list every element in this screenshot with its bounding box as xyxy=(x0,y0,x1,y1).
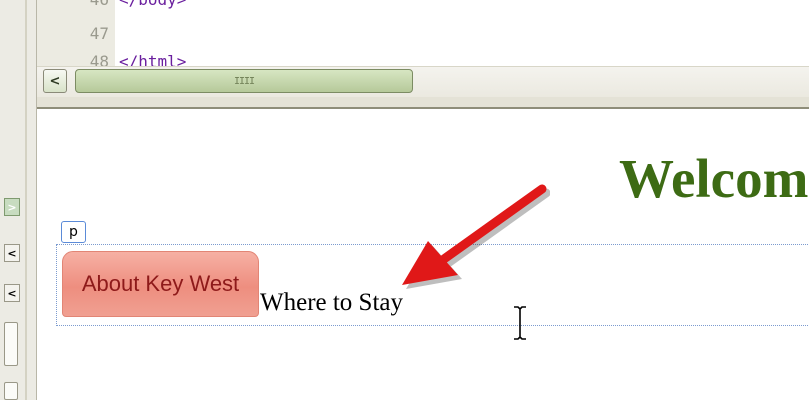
text-cursor-icon xyxy=(514,306,526,340)
code-line[interactable]: </body> xyxy=(119,0,186,9)
collapse-panel-button-2[interactable]: < xyxy=(4,284,20,302)
scrollbar-thumb[interactable]: IIII xyxy=(75,69,413,93)
panel-tab[interactable] xyxy=(4,322,18,366)
expand-panel-button[interactable]: > xyxy=(4,198,20,216)
chevron-left-icon: < xyxy=(49,73,61,89)
design-view[interactable]: Welcome p About Key West Where to Stay xyxy=(37,109,809,400)
panel-divider xyxy=(25,0,27,400)
where-to-stay-text[interactable]: Where to Stay xyxy=(260,289,403,317)
page-heading[interactable]: Welcome xyxy=(619,147,809,210)
grip-icon: IIII xyxy=(233,75,255,87)
split-view-divider[interactable] xyxy=(37,97,809,109)
scroll-left-button[interactable]: < xyxy=(43,69,67,93)
paragraph-tag-selector[interactable]: p xyxy=(61,221,86,243)
horizontal-scrollbar[interactable]: < IIII xyxy=(37,66,809,98)
collapse-panel-button[interactable]: < xyxy=(4,244,20,262)
about-key-west-button[interactable]: About Key West xyxy=(62,251,259,317)
line-number: 47 xyxy=(89,24,109,43)
red-arrow-icon xyxy=(402,184,550,289)
code-line[interactable]: </html> xyxy=(119,52,186,66)
line-number: 46 xyxy=(90,0,109,9)
left-panel-strip: > < < xyxy=(0,0,37,400)
line-number-gutter: 46 47 48 xyxy=(37,0,115,66)
line-number: 48 xyxy=(89,52,109,66)
panel-tab-2[interactable] xyxy=(4,382,18,400)
code-view[interactable]: 46 47 48 </body> </html> xyxy=(37,0,809,66)
